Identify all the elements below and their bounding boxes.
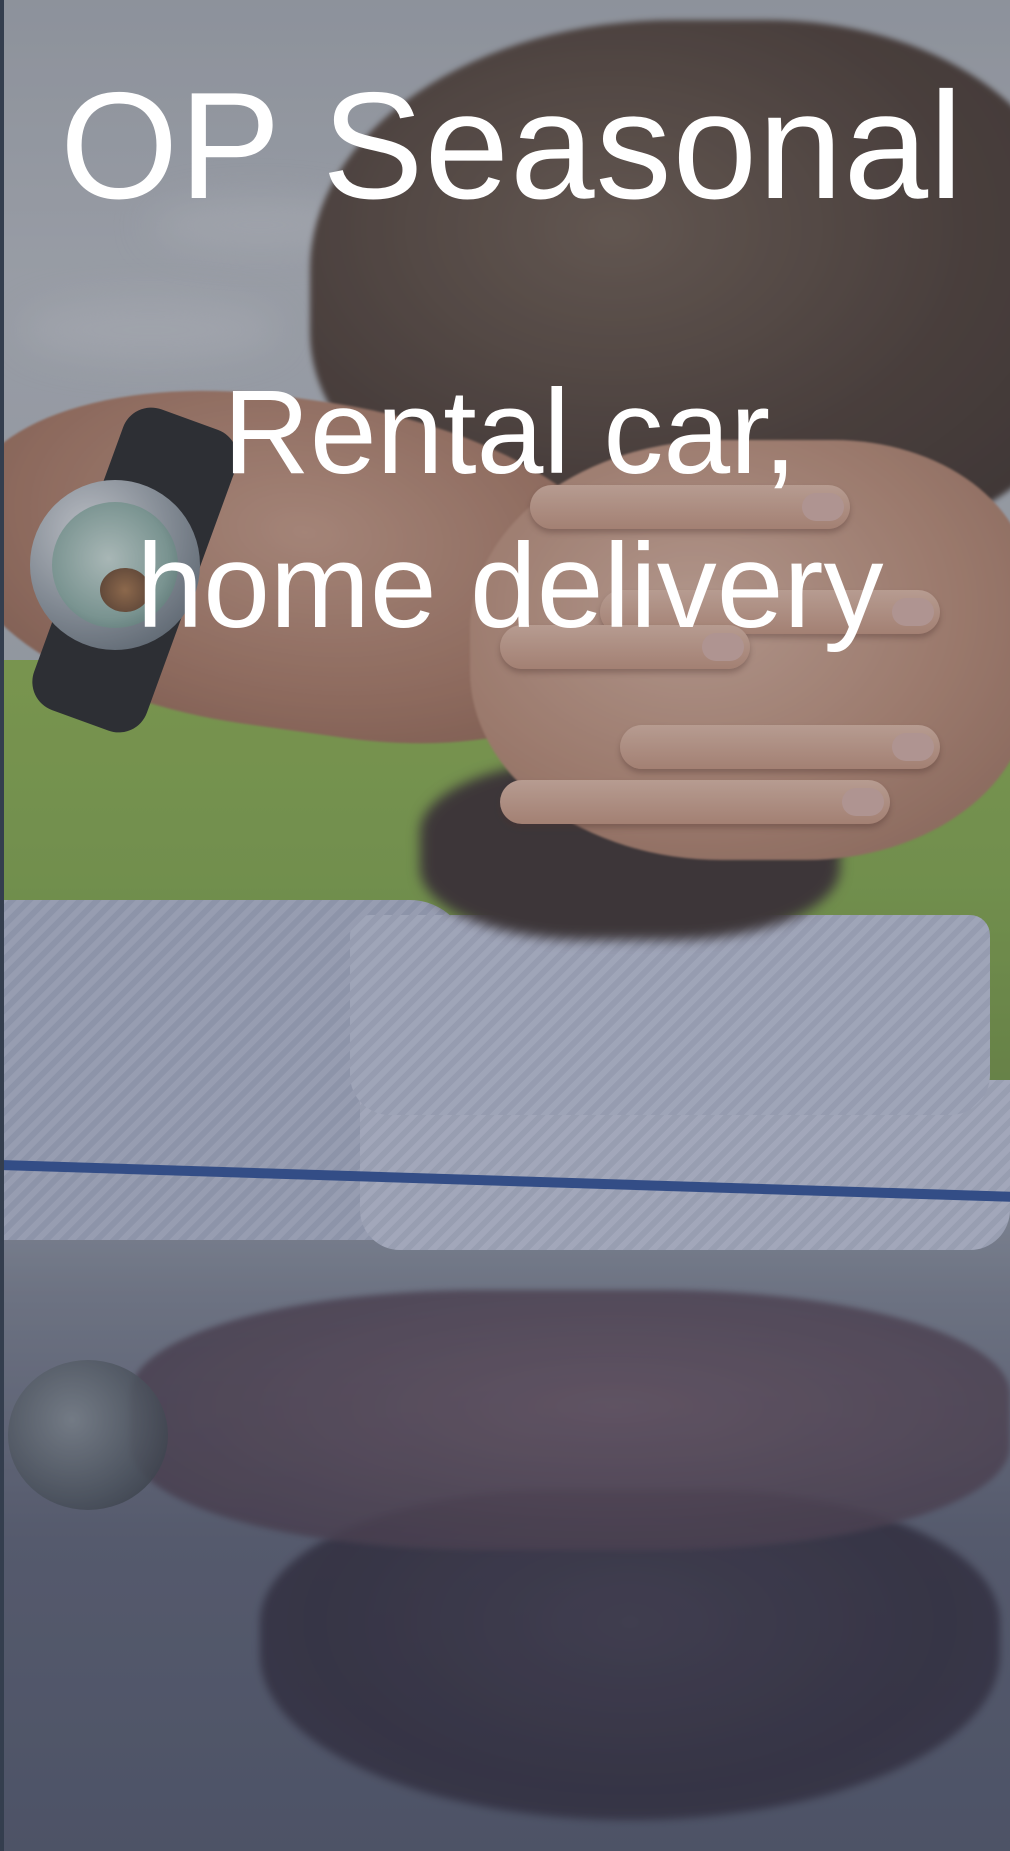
- hero-title: OP Seasonal: [60, 61, 964, 231]
- hero-subtitle: Rental car, home delivery: [136, 365, 884, 653]
- dark-overlay: [0, 0, 1010, 1851]
- hero-banner: OP Seasonal Rental car, home delivery: [0, 0, 1010, 1851]
